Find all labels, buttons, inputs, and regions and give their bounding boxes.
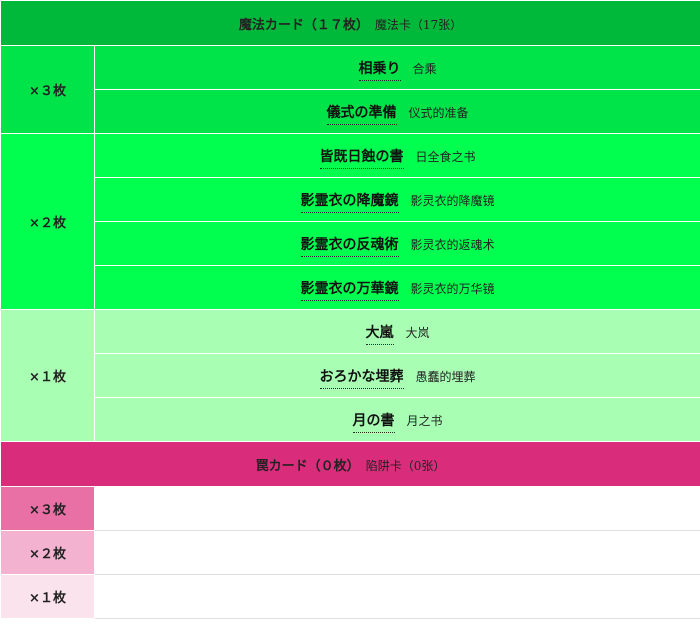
card-name-zh: 月之书 <box>406 413 443 428</box>
trap-header: 罠カード（０枚） 陷阱卡（0张） <box>0 441 700 487</box>
trap-count-x1: ×１枚 <box>0 574 95 619</box>
card-name-zh: 影灵衣的降魔镜 <box>410 193 495 208</box>
card-name-link[interactable]: 皆既日蝕の書 <box>319 148 404 169</box>
magic-row: 影霊衣の万華鏡 影灵衣的万华镜 <box>1 265 700 310</box>
card-name-zh: 愚蠢的埋葬 <box>415 369 476 384</box>
card-entry: おろかな埋葬 愚蠢的埋葬 <box>93 353 700 398</box>
trap-count-x3: ×３枚 <box>0 486 95 531</box>
card-name-zh: 合乘 <box>412 61 437 76</box>
card-name-zh: 日全食之书 <box>415 149 476 164</box>
magic-row: 儀式の準備 仪式的准备 <box>1 89 700 134</box>
card-name-link[interactable]: 相乗り <box>358 60 401 81</box>
card-name-zh: 影灵衣的万华镜 <box>410 281 495 296</box>
card-name-link[interactable]: 影霊衣の反魂術 <box>300 236 399 257</box>
magic-row: 影霊衣の降魔鏡 影灵衣的降魔镜 <box>1 177 700 222</box>
card-name-link[interactable]: 大嵐 <box>365 324 394 345</box>
trap-row: ×３枚 <box>0 486 700 531</box>
magic-row: ×２枚 皆既日蝕の書 日全食之书 <box>0 133 700 310</box>
trap-row: ×１枚 <box>0 574 700 619</box>
deck-list-table: 魔法カード（１７枚） 魔法卡（17张） ×３枚 相乗り 合乘 儀式の準備 仪式的准备 … <box>0 0 700 619</box>
card-name-zh: 仪式的准备 <box>408 105 469 120</box>
magic-count-x3: ×３枚 <box>0 45 95 134</box>
card-name-link[interactable]: 影霊衣の万華鏡 <box>300 280 399 301</box>
card-entry: 影霊衣の降魔鏡 影灵衣的降魔镜 <box>93 177 700 222</box>
trap-empty-cell <box>93 486 700 531</box>
magic-header-title-zh: 魔法卡（17张） <box>374 17 463 32</box>
card-entry: 皆既日蝕の書 日全食之书 <box>93 133 700 178</box>
card-name-link[interactable]: おろかな埋葬 <box>319 368 404 389</box>
card-entry: 相乗り 合乘 <box>93 45 700 90</box>
magic-count-x2: ×２枚 <box>0 133 95 310</box>
magic-header-title: 魔法カード（１７枚） <box>238 17 369 33</box>
magic-row: おろかな埋葬 愚蠢的埋葬 <box>1 353 700 398</box>
trap-header-title: 罠カード（０枚） <box>255 458 360 474</box>
trap-empty-cell <box>93 574 700 619</box>
card-name-link[interactable]: 影霊衣の降魔鏡 <box>300 192 399 213</box>
magic-row: 月の書 月之书 <box>1 397 700 442</box>
trap-row: ×２枚 <box>0 530 700 575</box>
magic-header: 魔法カード（１７枚） 魔法卡（17张） <box>0 0 700 46</box>
trap-header-row: 罠カード（０枚） 陷阱卡（0张） <box>0 441 700 487</box>
card-name-link[interactable]: 儀式の準備 <box>326 104 397 125</box>
card-name-link[interactable]: 月の書 <box>352 412 395 433</box>
card-name-zh: 大岚 <box>405 325 430 340</box>
magic-row: 影霊衣の反魂術 影灵衣的返魂术 <box>1 221 700 266</box>
card-entry: 影霊衣の万華鏡 影灵衣的万华镜 <box>93 265 700 310</box>
trap-count-x2: ×２枚 <box>0 530 95 575</box>
card-entry: 影霊衣の反魂術 影灵衣的返魂术 <box>93 221 700 266</box>
magic-row: ×１枚 大嵐 大岚 <box>0 309 700 442</box>
card-entry: 儀式の準備 仪式的准备 <box>93 89 700 134</box>
magic-header-row: 魔法カード（１７枚） 魔法卡（17张） <box>0 0 700 46</box>
magic-count-x1: ×１枚 <box>0 309 95 442</box>
card-entry: 月の書 月之书 <box>93 397 700 442</box>
magic-row: ×３枚 相乗り 合乘 <box>0 45 700 134</box>
trap-header-title-zh: 陷阱卡（0张） <box>365 458 446 473</box>
card-name-zh: 影灵衣的返魂术 <box>410 237 495 252</box>
trap-empty-cell <box>93 530 700 575</box>
card-entry: 大嵐 大岚 <box>93 309 700 354</box>
